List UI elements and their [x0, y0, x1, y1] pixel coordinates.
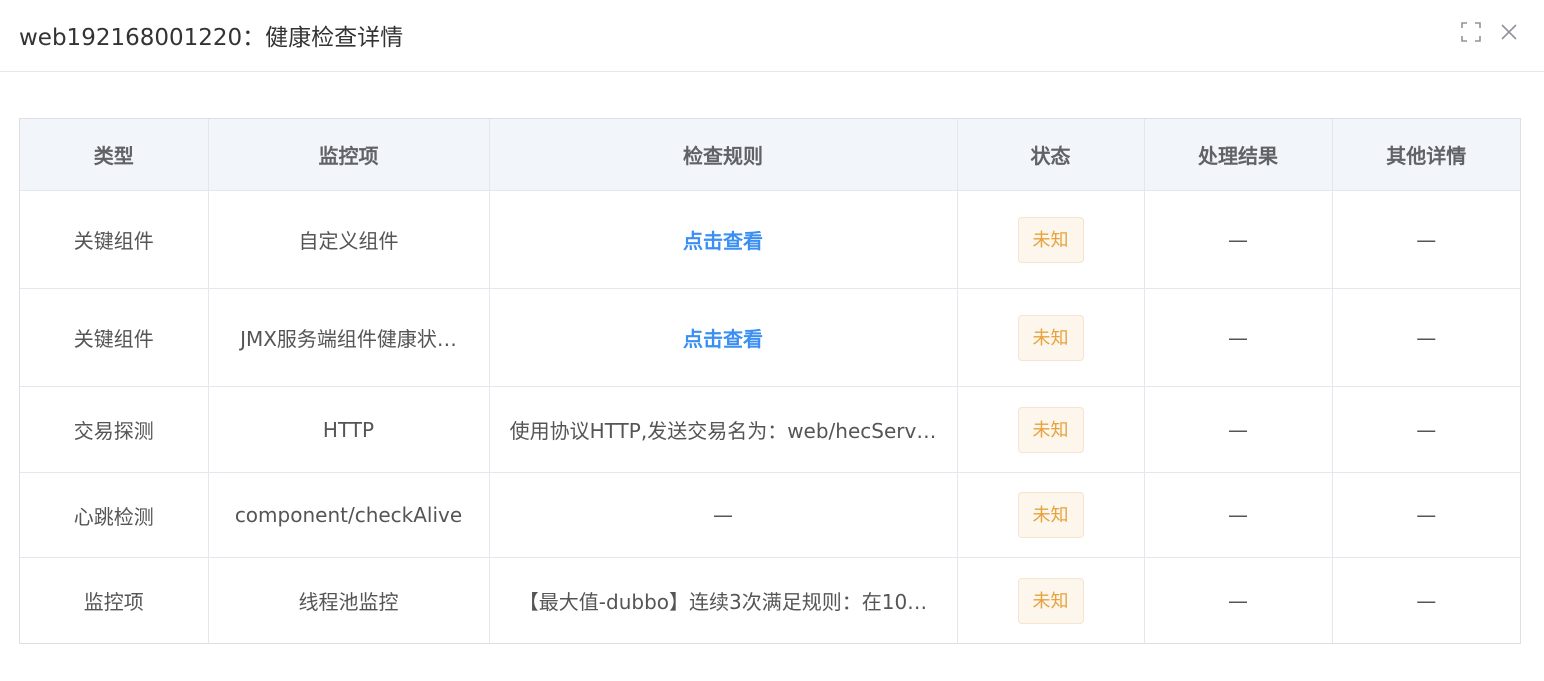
table-row: 监控项 线程池监控 【最大值-dubbo】连续3次满足规则：在10… 未知 — …: [20, 557, 1520, 643]
column-header-result: 处理结果: [1144, 119, 1333, 191]
cell-rule: 使用协议HTTP,发送交易名为：web/hecServ…: [489, 386, 958, 473]
column-header-rule: 检查规则: [489, 119, 958, 191]
cell-rule: —: [489, 472, 958, 558]
status-badge: 未知: [1017, 577, 1084, 624]
status-badge: 未知: [1017, 406, 1084, 453]
cell-detail: —: [1332, 472, 1520, 558]
dialog-title: web192168001220：健康检查详情: [19, 25, 404, 51]
column-header-status: 状态: [957, 119, 1145, 191]
cell-result: —: [1144, 386, 1333, 473]
cell-detail: —: [1332, 288, 1520, 387]
column-header-type: 类型: [20, 119, 209, 191]
cell-status: 未知: [957, 288, 1145, 387]
cell-type: 心跳检测: [20, 472, 209, 558]
status-badge: 未知: [1017, 216, 1084, 263]
table-row: 交易探测 HTTP 使用协议HTTP,发送交易名为：web/hecServ… 未…: [20, 386, 1520, 473]
table-row: 心跳检测 component/checkAlive — 未知 — —: [20, 472, 1520, 558]
status-badge: 未知: [1017, 492, 1084, 538]
column-header-item: 监控项: [208, 119, 490, 191]
cell-rule: 【最大值-dubbo】连续3次满足规则：在10…: [489, 557, 958, 643]
cell-type: 监控项: [20, 557, 209, 643]
cell-status: 未知: [957, 557, 1145, 643]
view-rule-link[interactable]: 点击查看: [683, 229, 763, 253]
cell-item: 自定义组件: [208, 190, 490, 289]
cell-detail: —: [1332, 190, 1520, 289]
cell-type: 关键组件: [20, 288, 209, 387]
cell-type: 交易探测: [20, 386, 209, 473]
cell-result: —: [1144, 190, 1333, 289]
cell-status: 未知: [957, 386, 1145, 473]
column-header-detail: 其他详情: [1332, 119, 1520, 191]
cell-type: 关键组件: [20, 190, 209, 289]
cell-detail: —: [1332, 386, 1520, 473]
health-check-table: 类型 监控项 检查规则 状态 处理结果 其他详情 关键组件 自定义组件 点击查看…: [19, 118, 1521, 644]
cell-item: JMX服务端组件健康状…: [208, 288, 490, 387]
cell-item: 线程池监控: [208, 557, 490, 643]
table-header-row: 类型 监控项 检查规则 状态 处理结果 其他详情: [20, 119, 1520, 191]
view-rule-link[interactable]: 点击查看: [683, 327, 763, 351]
cell-result: —: [1144, 557, 1333, 643]
dialog-header: web192168001220：健康检查详情: [0, 0, 1544, 72]
status-badge: 未知: [1017, 314, 1084, 361]
cell-status: 未知: [957, 472, 1145, 558]
close-icon[interactable]: [1498, 21, 1520, 43]
cell-result: —: [1144, 472, 1333, 558]
cell-item: HTTP: [208, 386, 490, 473]
cell-status: 未知: [957, 190, 1145, 289]
cell-rule: 点击查看: [489, 288, 958, 387]
health-check-dialog: web192168001220：健康检查详情 类型 监控项 检查规则 状态 处理…: [0, 0, 1544, 681]
fullscreen-icon[interactable]: [1460, 21, 1482, 43]
cell-result: —: [1144, 288, 1333, 387]
cell-item: component/checkAlive: [208, 472, 490, 558]
table-row: 关键组件 自定义组件 点击查看 未知 — —: [20, 190, 1520, 289]
cell-rule: 点击查看: [489, 190, 958, 289]
table-row: 关键组件 JMX服务端组件健康状… 点击查看 未知 — —: [20, 288, 1520, 387]
cell-detail: —: [1416, 588, 1437, 613]
